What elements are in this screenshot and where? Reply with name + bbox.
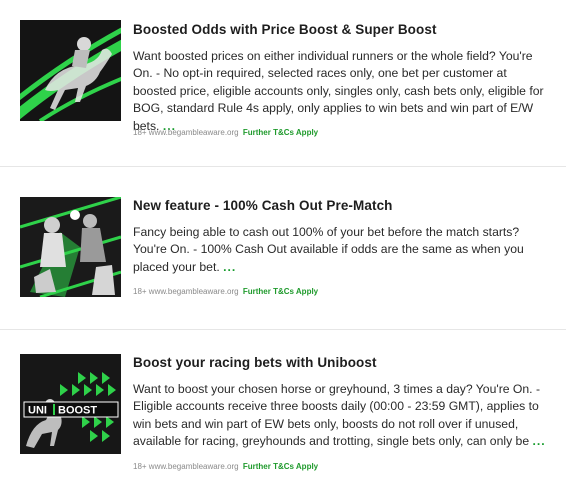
promo-description-text: Want boosted prices on either individual…: [133, 49, 544, 133]
promo-description: Fancy being able to cash out 100% of you…: [133, 224, 553, 276]
sports-players-image[interactable]: [20, 197, 121, 297]
promo-card-uniboost[interactable]: UNI BOOST Boost your racing bets with Un…: [0, 330, 566, 495]
promo-card-price-boost[interactable]: Boosted Odds with Price Boost & Super Bo…: [0, 0, 566, 160]
promo-card-cash-out[interactable]: New feature - 100% Cash Out Pre-Match Fa…: [0, 167, 566, 327]
gamble-aware-text: 18+ www.begambleaware.org: [133, 462, 239, 471]
read-more-link[interactable]: ...: [223, 260, 236, 274]
promo-description-text: Want to boost your chosen horse or greyh…: [133, 382, 541, 449]
promo-description-text: Fancy being able to cash out 100% of you…: [133, 225, 524, 274]
promo-description: Want to boost your chosen horse or greyh…: [133, 381, 553, 451]
gamble-aware-text: 18+ www.begambleaware.org: [133, 287, 239, 296]
terms-link[interactable]: Further T&Cs Apply: [243, 462, 318, 471]
read-more-link[interactable]: ...: [533, 434, 546, 448]
terms-link[interactable]: Further T&Cs Apply: [243, 128, 318, 137]
uniboost-logo-text-boost: BOOST: [58, 405, 97, 417]
racehorse-jockey-image[interactable]: [20, 20, 121, 121]
terms-link[interactable]: Further T&Cs Apply: [243, 287, 318, 296]
promo-description: Want boosted prices on either individual…: [133, 48, 553, 135]
promo-footer: 18+ www.begambleaware.org Further T&Cs A…: [133, 287, 318, 296]
uniboost-image[interactable]: UNI BOOST: [20, 354, 121, 454]
sports-players-icon: [20, 197, 121, 297]
promo-title: New feature - 100% Cash Out Pre-Match: [133, 198, 393, 213]
promo-footer: 18+ www.begambleaware.org Further T&Cs A…: [133, 462, 318, 471]
uniboost-logo-text-uni: UNI: [28, 405, 47, 417]
promo-footer: 18+ www.begambleaware.org Further T&Cs A…: [133, 128, 318, 137]
uniboost-icon: UNI BOOST: [20, 354, 121, 454]
racehorse-jockey-icon: [20, 20, 121, 121]
promo-title: Boost your racing bets with Uniboost: [133, 355, 377, 370]
gamble-aware-text: 18+ www.begambleaware.org: [133, 128, 239, 137]
promo-title: Boosted Odds with Price Boost & Super Bo…: [133, 22, 437, 37]
